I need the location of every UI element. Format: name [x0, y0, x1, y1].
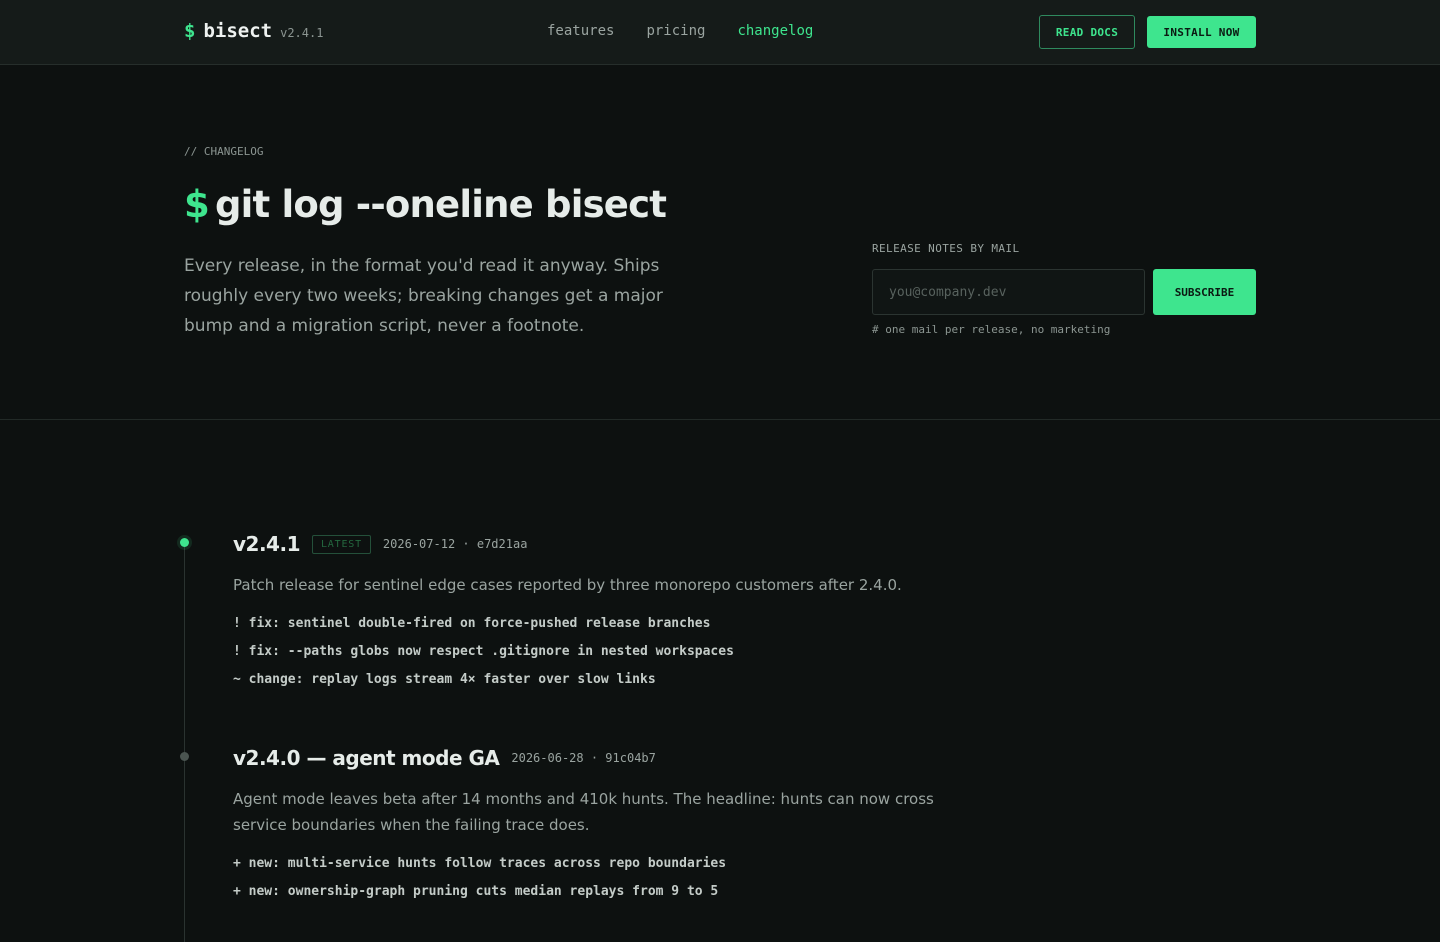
release-title[interactable]: v2.4.0 — agent mode GA	[233, 746, 500, 770]
change-item: + new: ownership-graph pruning cuts medi…	[233, 884, 719, 899]
release-meta: 2026-06-28 · 91c04b7	[511, 751, 656, 765]
release-summary: Patch release for sentinel edge cases re…	[233, 576, 902, 594]
nav-link-features[interactable]: features	[547, 23, 614, 39]
nav-link-changelog[interactable]: changelog	[737, 23, 813, 39]
timeline-dot-icon	[180, 752, 189, 761]
brand-logo[interactable]: $ bisect v2.4.1	[184, 20, 323, 42]
release-changes: ! fix: sentinel double-fired on force-pu…	[233, 610, 734, 694]
install-now-button[interactable]: INSTALL NOW	[1147, 16, 1256, 48]
subscribe-button[interactable]: SUBSCRIBE	[1153, 269, 1256, 315]
page-description: Every release, in the format you'd read …	[184, 256, 663, 336]
brand-prompt-icon: $	[184, 20, 196, 42]
brand-name: bisect	[203, 20, 273, 42]
subscribe-email-input[interactable]	[872, 269, 1145, 315]
release-changes: + new: multi-service hunts follow traces…	[233, 850, 726, 906]
title-prompt-icon: $	[184, 183, 210, 226]
change-item: ! fix: sentinel double-fired on force-pu…	[233, 616, 711, 631]
read-docs-button[interactable]: READ DOCS	[1039, 15, 1135, 49]
top-navbar: $ bisect v2.4.1 features pricing changel…	[0, 0, 1440, 65]
release-title[interactable]: v2.4.1	[233, 532, 300, 556]
page-title: $ git log --oneline bisect	[184, 183, 667, 226]
change-item: + new: multi-service hunts follow traces…	[233, 856, 727, 871]
changelog-timeline: v2.4.1 LATEST 2026-07-12 · e7d21aa Patch…	[0, 420, 1440, 942]
hero-section: // CHANGELOG $ git log --oneline bisect E…	[0, 65, 1440, 420]
section-eyebrow: // CHANGELOG	[184, 145, 264, 158]
release-header: v2.4.1 LATEST 2026-07-12 · e7d21aa	[233, 532, 527, 556]
release-header: v2.4.0 — agent mode GA 2026-06-28 · 91c0…	[233, 746, 656, 770]
release-meta: 2026-07-12 · e7d21aa	[382, 537, 528, 551]
change-item: ~ change: replay logs stream 4× faster o…	[233, 672, 656, 687]
subscribe-label: RELEASE NOTES BY MAIL	[872, 242, 1020, 255]
latest-badge: LATEST	[311, 534, 371, 554]
nav-link-pricing[interactable]: pricing	[646, 23, 705, 39]
timeline-dot-latest-icon	[180, 538, 189, 547]
subscribe-note: # one mail per release, no marketing	[872, 323, 1111, 336]
main-nav: features pricing changelog	[547, 23, 813, 39]
change-item: ! fix: --paths globs now respect .gitign…	[233, 644, 734, 659]
brand-version: v2.4.1	[280, 26, 324, 40]
release-summary: Agent mode leaves beta after 14 months a…	[233, 790, 934, 834]
timeline-rail	[184, 542, 185, 942]
page-title-text: git log --oneline bisect	[214, 183, 667, 226]
